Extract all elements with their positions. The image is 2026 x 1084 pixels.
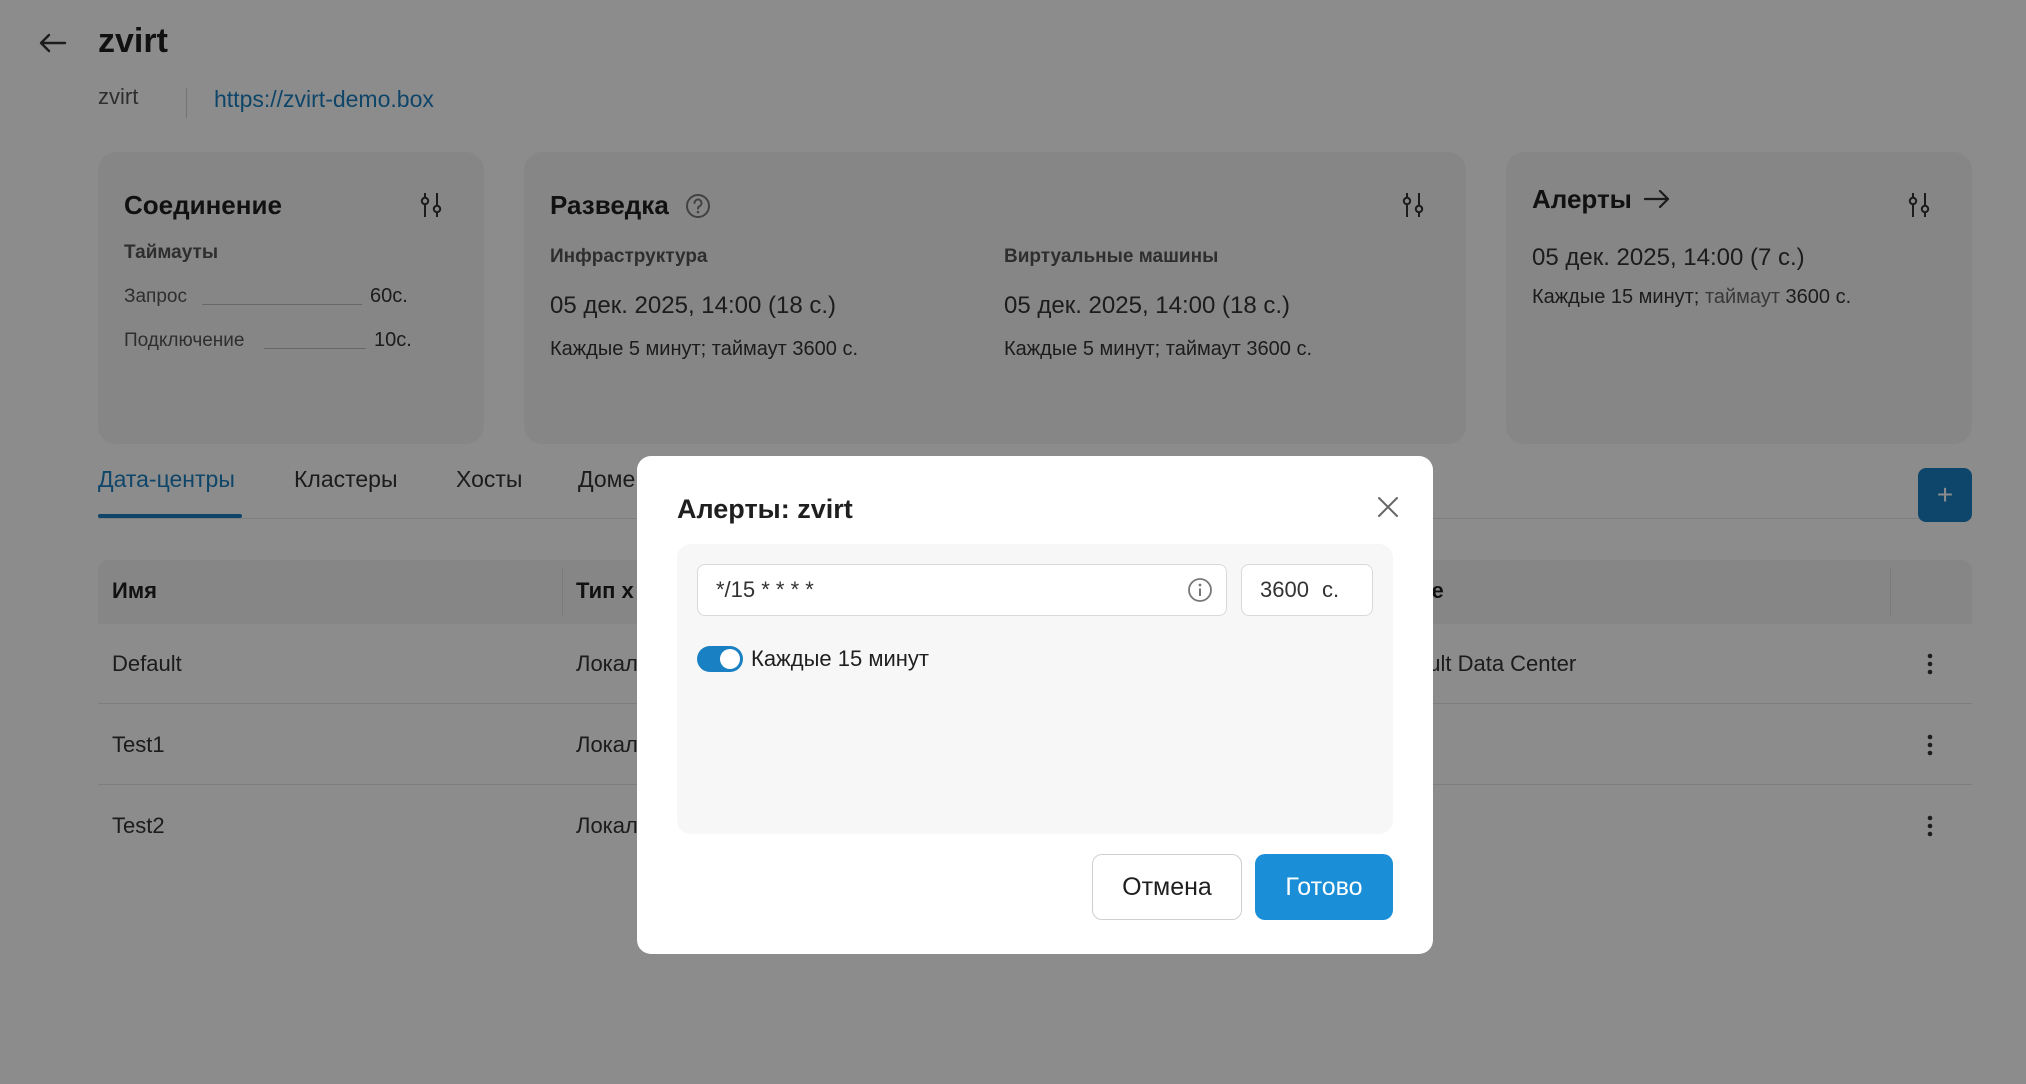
schedule-toggle[interactable]: [697, 646, 743, 672]
close-button[interactable]: [1371, 490, 1405, 524]
schedule-panel: с. Каждые 15 минут: [677, 544, 1393, 834]
alerts-dialog: Алерты: zvirt с. Каждые 15 минут Отмена …: [637, 456, 1433, 954]
timeout-field[interactable]: с.: [1241, 564, 1373, 616]
timeout-input[interactable]: [1260, 577, 1322, 603]
timeout-unit: с.: [1322, 577, 1340, 602]
toggle-knob: [720, 649, 740, 669]
toggle-label: Каждые 15 минут: [751, 646, 929, 671]
close-icon: [1378, 497, 1398, 517]
dialog-title: Алерты: zvirt: [677, 494, 853, 524]
cancel-button[interactable]: Отмена: [1092, 854, 1242, 920]
cron-input[interactable]: [697, 564, 1227, 616]
done-button[interactable]: Готово: [1255, 854, 1393, 920]
info-icon[interactable]: [1187, 577, 1213, 603]
